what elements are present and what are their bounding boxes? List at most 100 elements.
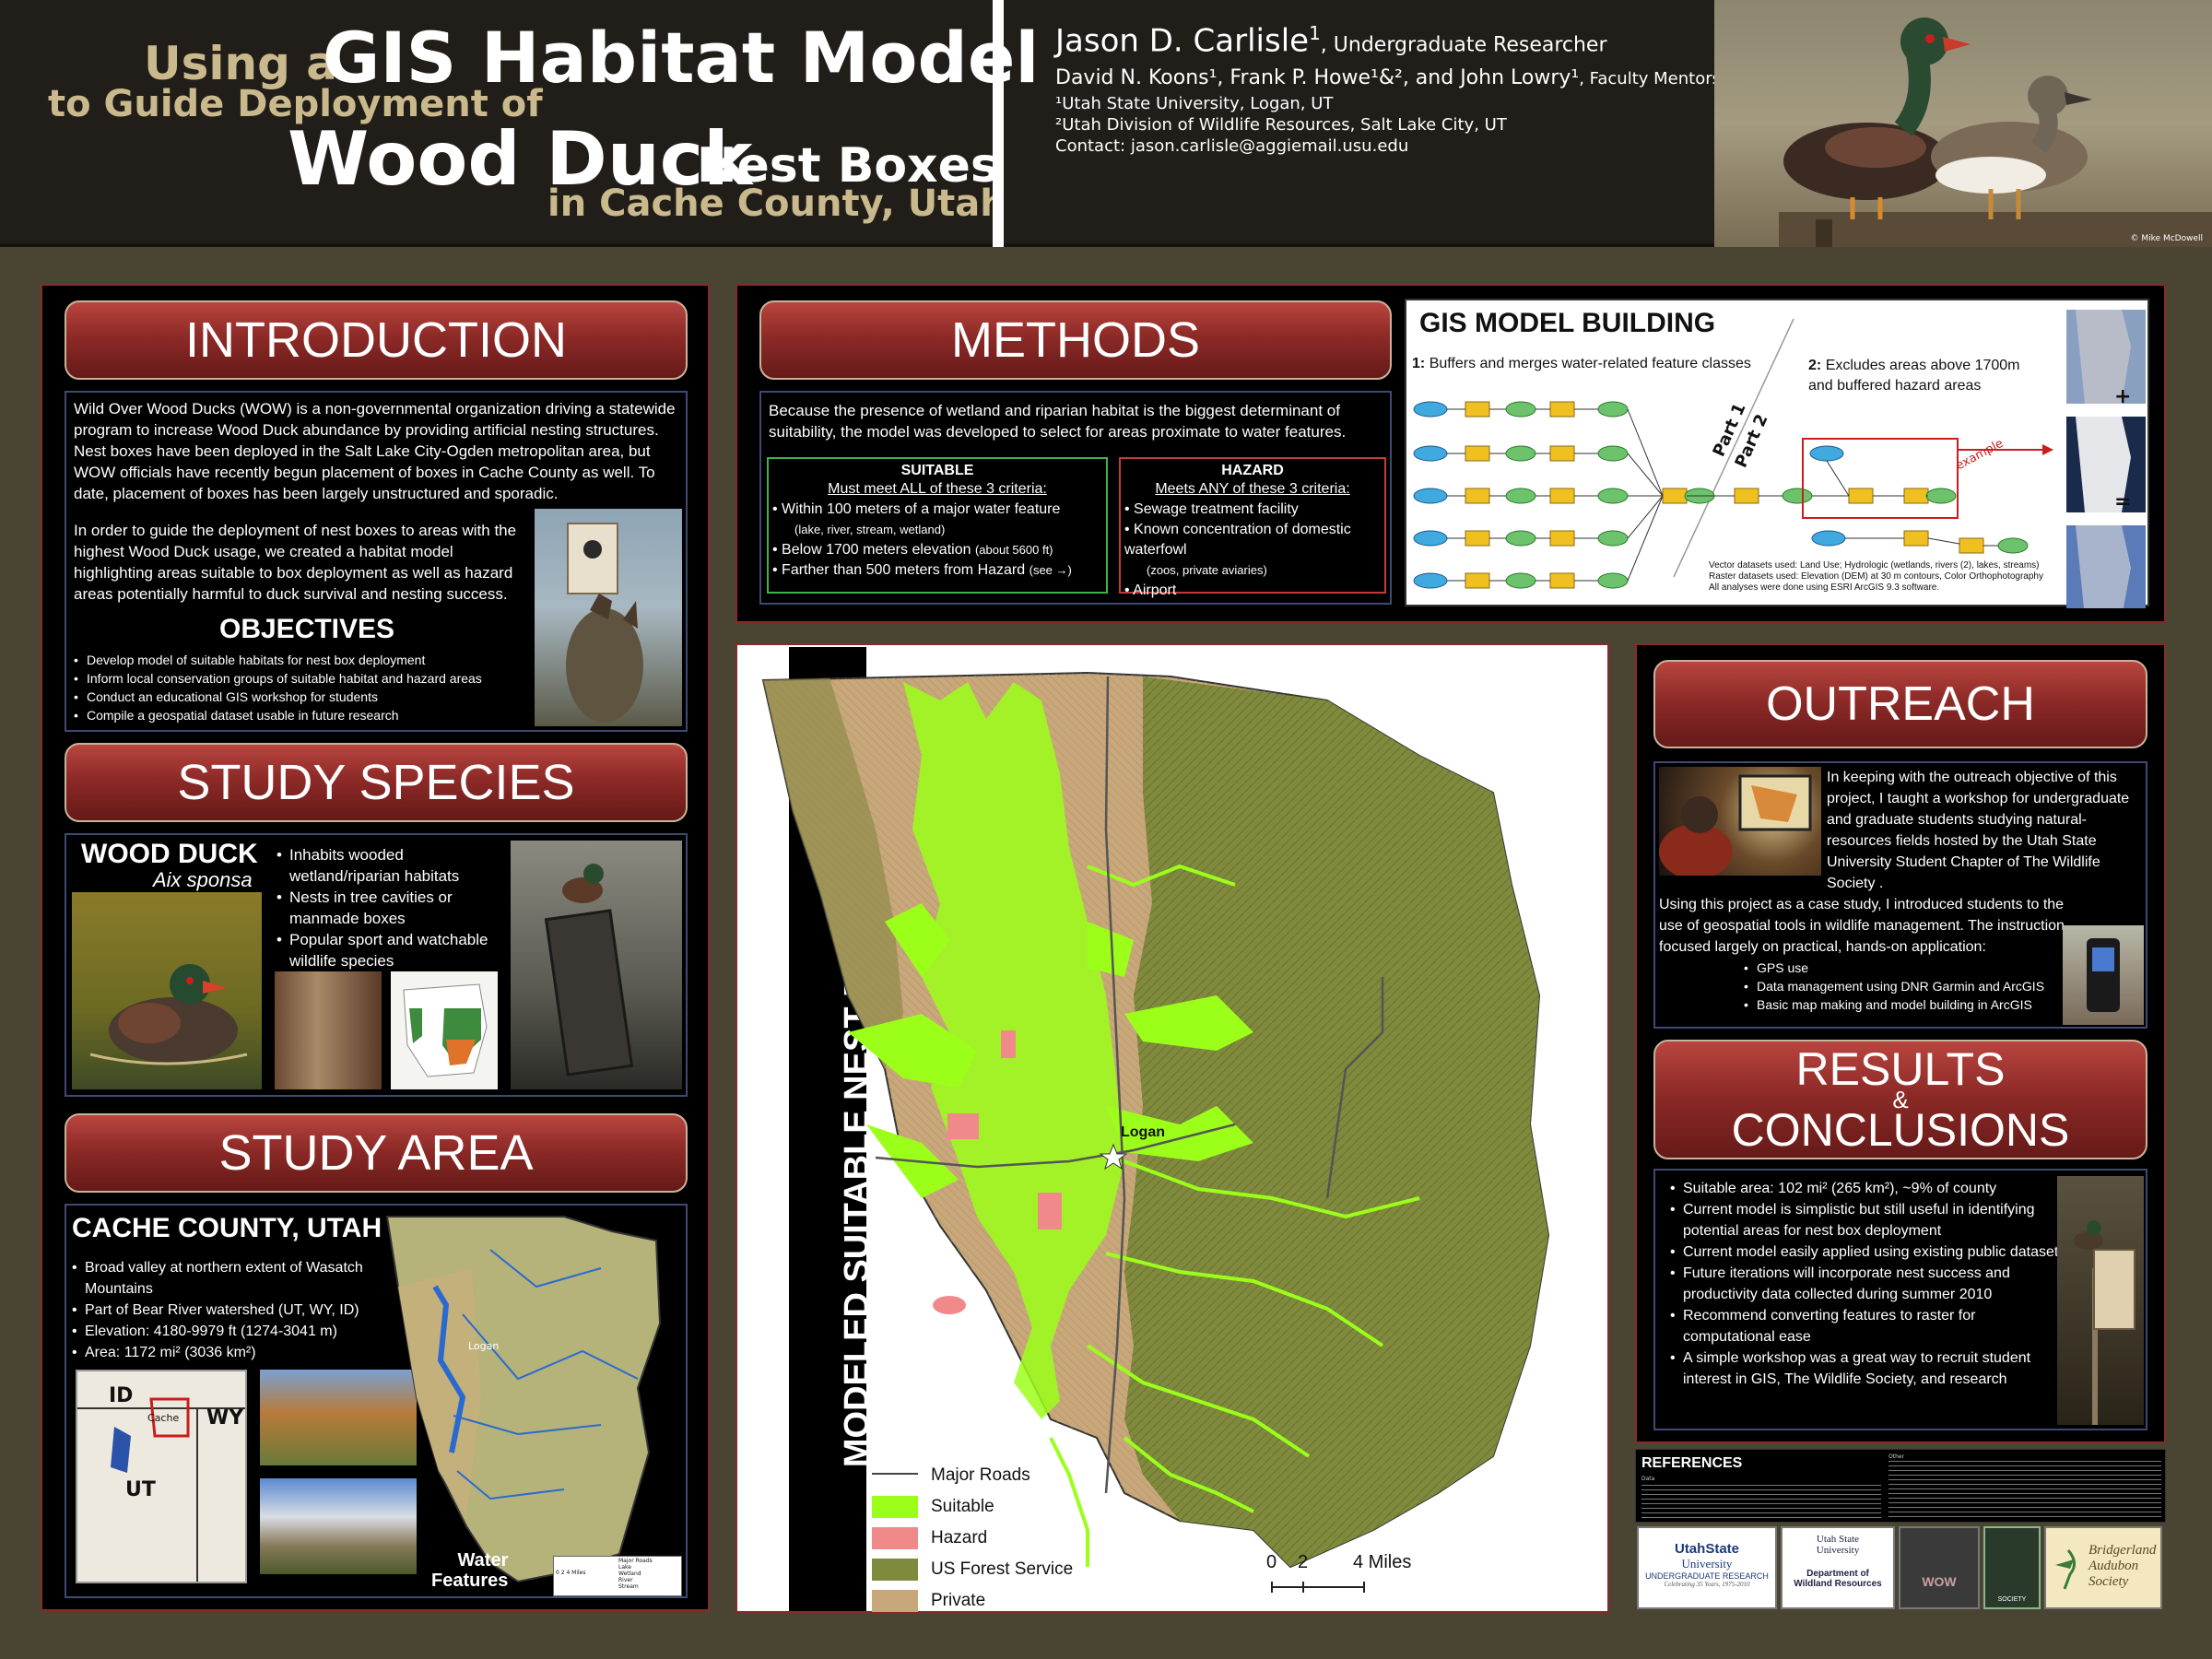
inset-label-ut: UT (125, 1478, 156, 1501)
hazard-item: Sewage treatment facility (1134, 501, 1299, 517)
water-title-line-1: Water (457, 1550, 509, 1571)
objective-item: Compile a geospatial dataset usable in f… (74, 706, 544, 724)
species-bullet: Inhabits wooded wetland/riparian habitat… (276, 844, 492, 887)
study-area-bullet: Elevation: 4180-9979 ft (1274-3041 m) (72, 1321, 385, 1342)
affiliation-1: ¹Utah State University, Logan, UT (1055, 94, 1334, 113)
objectives-title: OBJECTIVES (219, 614, 395, 644)
objective-item: Develop model of suitable habitats for n… (74, 651, 544, 669)
affiliation-2: ²Utah Division of Wildlife Resources, Sa… (1055, 115, 1507, 135)
suitable-list: • Within 100 meters of a major water fea… (769, 500, 1106, 581)
suitable-item: Below 1700 meters elevation (782, 542, 971, 558)
objectives-list: Develop model of suitable habitats for n… (74, 651, 544, 724)
hazard-title: HAZARD (1221, 463, 1284, 478)
study-area-box: CACHE COUNTY, UTAH Broad valley at north… (65, 1204, 688, 1598)
suitable-item: Within 100 meters of a major water featu… (782, 501, 1061, 517)
hazard-subtitle: Meets ANY of these 3 criteria: (1155, 481, 1350, 497)
results-item: Current model is simplistic but still us… (1670, 1199, 2066, 1241)
header-wood-duck-photo: © Mike McDowell (1714, 0, 2212, 247)
hazard-item-note: (zoos, private aviaries) (1147, 563, 1267, 577)
results-item: Future iterations will incorporate nest … (1670, 1263, 2066, 1305)
gis-note: Raster datasets used: Elevation (DEM) at… (1709, 571, 2043, 582)
dwr-logo-line-2: University (1816, 1545, 1860, 1556)
study-area-bullet: Part of Bear River watershed (UT, WY, ID… (72, 1300, 385, 1321)
methods-intro: Because the presence of wetland and ripa… (769, 402, 1347, 441)
results-item: Suitable area: 102 mi² (265 km²), ~9% of… (1670, 1178, 2066, 1199)
study-area-bullet: Broad valley at northern extent of Wasat… (72, 1257, 385, 1300)
results-banner: RESULTS & CONCLUSIONS (1653, 1040, 2147, 1159)
range-map-image (391, 971, 498, 1089)
bas-logo-line-1: Bridgerland (2088, 1543, 2157, 1558)
legend-label: Private (931, 1591, 986, 1610)
lead-author-sup: 1 (1309, 22, 1321, 44)
water-legend-item: Major Roads (618, 1558, 653, 1564)
objective-item: Inform local conservation groups of suit… (74, 669, 544, 688)
legend-label: Suitable (931, 1497, 994, 1516)
plus-symbol: + (2114, 385, 2132, 408)
water-features-map: Logan (380, 1213, 684, 1591)
usu-logo-line-2: University (1681, 1557, 1733, 1571)
wildland-resources-logo: Utah State University Department of Wild… (1781, 1526, 1895, 1609)
outreach-box: In keeping with the outreach objective o… (1653, 761, 2147, 1029)
lead-author-name: Jason D. Carlisle (1055, 22, 1310, 60)
hazard-item: Airport (1133, 582, 1177, 598)
wood-duck-photo (72, 892, 262, 1089)
water-legend-item: Stream (618, 1583, 639, 1590)
suitable-item-note: (see →) (1029, 563, 1072, 577)
wow-logo-text: WOW (1922, 1574, 1957, 1589)
water-features-title: Water Features (431, 1550, 508, 1591)
lead-author-role: , Undergraduate Researcher (1320, 33, 1607, 57)
equals-symbol: = (2114, 490, 2132, 513)
inset-label-cache: Cache (147, 1412, 180, 1424)
map-legend: Major Roads Suitable Hazard US Forest Se… (872, 1460, 1073, 1617)
inset-label-wy: WY (206, 1406, 244, 1430)
results-item: Recommend converting features to raster … (1670, 1305, 2066, 1347)
outreach-item: Data management using DNR Garmin and Arc… (1744, 977, 2076, 995)
outreach-item: Basic map making and model building in A… (1744, 995, 2076, 1014)
species-common-name: WOOD DUCK (81, 839, 258, 869)
water-legend-item: Wetland (618, 1571, 641, 1577)
gis-note: All analyses were done using ESRI ArcGIS… (1709, 582, 1940, 593)
study-area-title: CACHE COUNTY, UTAH (72, 1213, 382, 1243)
legend-label: Hazard (931, 1528, 988, 1547)
water-legend-item: Lake (618, 1564, 631, 1571)
map-scale-2: 2 (1298, 1552, 1309, 1572)
methods-box: Because the presence of wetland and ripa… (759, 391, 1392, 605)
legend-hazard: Hazard (872, 1523, 1073, 1554)
usu-logo-line-3: UNDERGRADUATE RESEARCH (1645, 1571, 1769, 1581)
legend-label: Major Roads (931, 1465, 1030, 1485)
legend-major-roads: Major Roads (872, 1460, 1073, 1491)
references-title: REFERENCES (1641, 1455, 1743, 1471)
species-bullets: Inhabits wooded wetland/riparian habitat… (276, 844, 492, 971)
state-inset-map: ID WY UT Cache (76, 1370, 247, 1583)
suitable-title: SUITABLE (900, 463, 974, 478)
hazard-criteria-box: HAZARD Meets ANY of these 3 criteria: • … (1119, 457, 1386, 598)
outreach-paragraph-1: In keeping with the outreach objective o… (1827, 770, 2130, 891)
dwr-logo-line-1: Utah State (1816, 1534, 1860, 1545)
references-box: REFERENCES Data Other (1635, 1449, 2166, 1523)
legend-private: Private (872, 1585, 1073, 1617)
gps-device-photo (2063, 925, 2144, 1025)
water-map-legend: 0 2 4 Miles Major Roads Lake Wetland Riv… (553, 1556, 682, 1596)
references-other-lines (1888, 1461, 2161, 1520)
results-item: Current model easily applied using exist… (1670, 1241, 2066, 1263)
bas-logo-line-3: Society (2088, 1574, 2129, 1589)
introduction-box: Wild Over Wood Ducks (WOW) is a non-gove… (65, 391, 688, 732)
outreach-paragraph-2: Using this project as a case study, I in… (1659, 897, 2065, 955)
water-legend-item: River (618, 1577, 633, 1583)
results-banner-line-2: CONCLUSIONS (1731, 1104, 2070, 1156)
gis-model-notes: Vector datasets used: Land Use; Hydrolog… (1709, 560, 2059, 594)
tree-cavity-photo (275, 971, 382, 1089)
wildlife-society-logo: SOCIETY (1983, 1526, 2041, 1609)
results-item: A simple workshop was a great way to rec… (1670, 1347, 2066, 1390)
usu-logo-line-1: UtahState (1674, 1541, 1739, 1557)
objective-item: Conduct an educational GIS workshop for … (74, 688, 544, 706)
bas-logo-text: Bridgerland Audubon Society (2088, 1543, 2156, 1590)
hazard-item: Known concentration of domestic waterfow… (1124, 522, 1351, 558)
references-other-label: Other (1888, 1453, 1905, 1460)
study-area-banner: STUDY AREA (65, 1113, 688, 1193)
title-cache-county: in Cache County, Utah (547, 182, 1006, 225)
results-banner-line-1: RESULTS (1795, 1043, 2006, 1095)
suitable-item-note: (about 5600 ft) (974, 543, 1053, 557)
wow-logo: WOW (1899, 1526, 1980, 1609)
usu-undergraduate-research-logo: UtahState University UNDERGRADUATE RESEA… (1637, 1526, 1777, 1609)
